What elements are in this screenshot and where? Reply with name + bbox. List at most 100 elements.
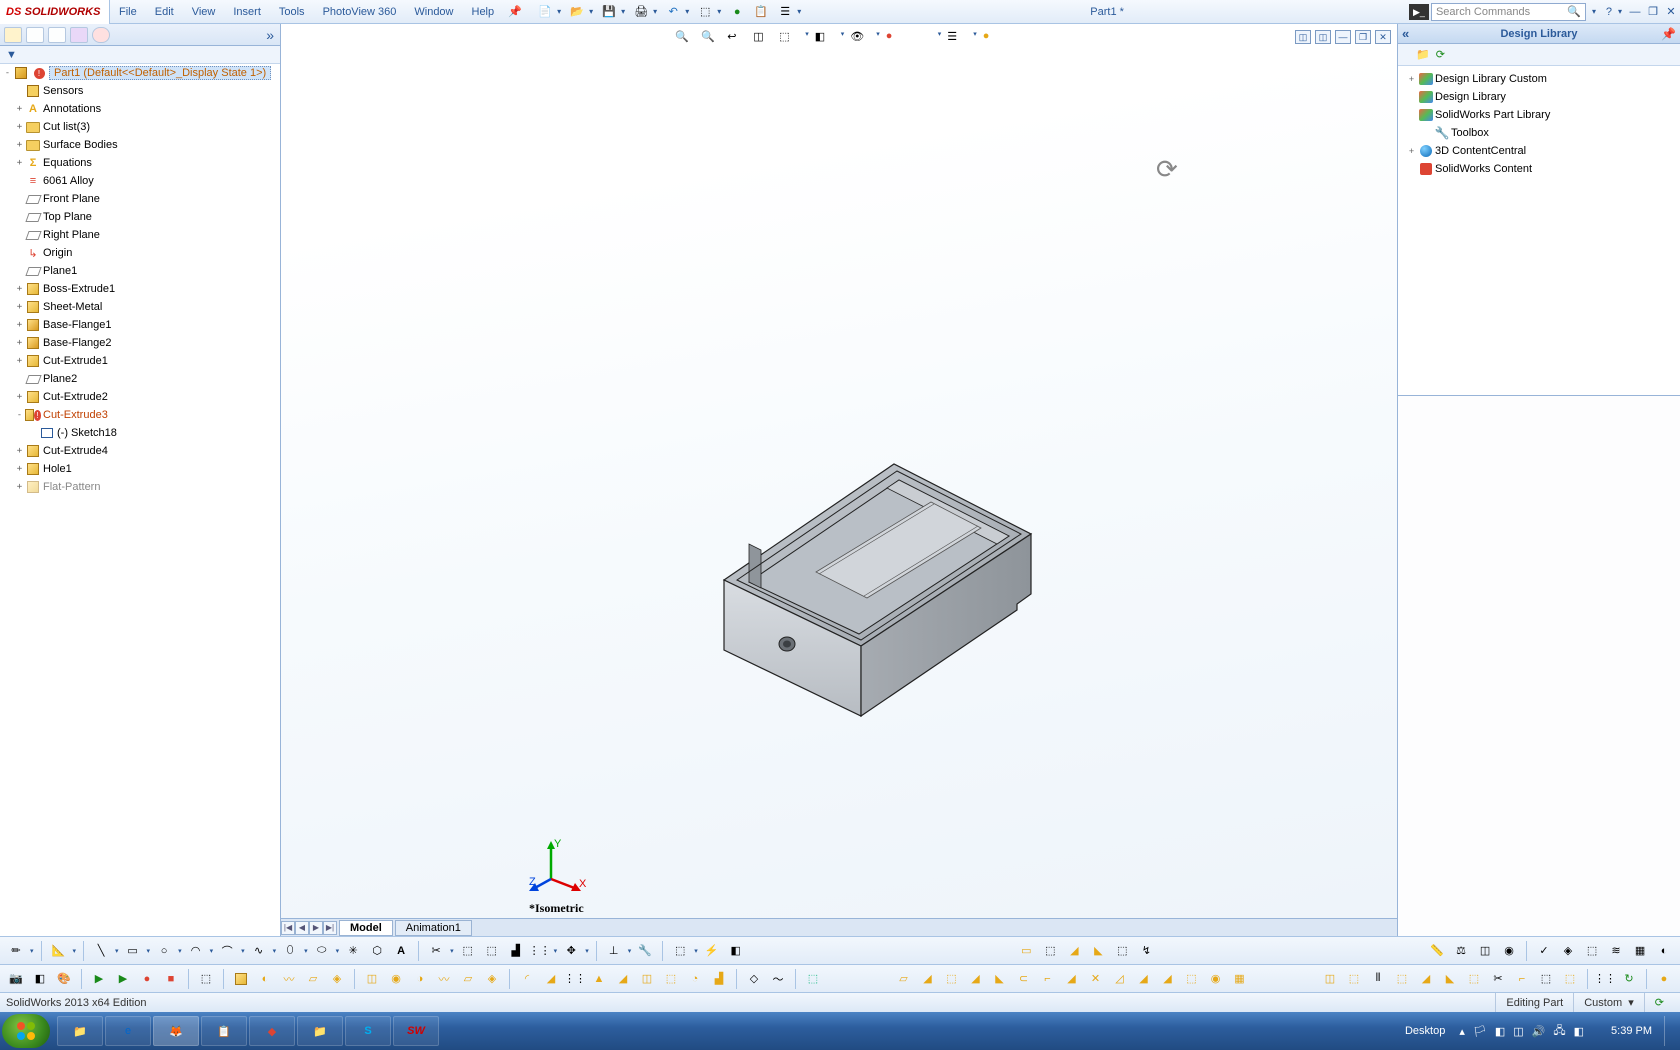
extrude-cut-icon[interactable]: ◫ [362,969,382,989]
record-icon[interactable]: ● [137,969,157,989]
tb-icon[interactable]: ⬚ [1392,969,1412,989]
options-icon[interactable]: 📋 [751,2,771,22]
menu-edit[interactable]: Edit [146,0,183,23]
play2-icon[interactable]: ▶ [113,969,133,989]
tree-root[interactable]: -! Part1 (Default<<Default>_Display Stat… [0,64,280,82]
geom-icon[interactable]: ◈ [1558,941,1578,961]
taskbar-app[interactable]: ◆ [249,1016,295,1046]
rib-icon[interactable]: ▲ [589,969,609,989]
dl-tb-icon[interactable]: 📁 [1416,48,1430,61]
nofold-icon[interactable]: ⬚ [1040,941,1060,961]
rectangle-icon[interactable]: ▭ [123,941,143,961]
graphics-viewport[interactable]: ⟳ [281,24,1397,918]
convert-icon[interactable]: ⬚ [458,941,478,961]
convert-sm-icon[interactable]: ◢ [918,969,938,989]
tree-node[interactable]: +Boss-Extrude1 [0,280,280,298]
view-orient-icon[interactable]: ⬚ [779,30,799,50]
tree-node[interactable]: Sensors [0,82,280,100]
nav-prev[interactable]: ◀ [295,921,309,935]
tree-node[interactable]: +ΣEquations [0,154,280,172]
insert-bends-icon[interactable]: ↯ [1136,941,1156,961]
quick-snap-icon[interactable]: ⬚ [670,941,690,961]
sweep-boss-icon[interactable]: 〰 [279,969,299,989]
curves-icon[interactable]: 〜 [768,969,788,989]
tree-node[interactable]: ≡6061 Alloy [0,172,280,190]
print-icon[interactable]: 🖨 [631,2,651,22]
tb-icon[interactable]: ◢ [1416,969,1436,989]
tray-flag-icon[interactable]: 🏳 [1473,1025,1487,1038]
insert-comp-icon[interactable]: ⬚ [196,969,216,989]
tray-clock[interactable]: 5:39 PM [1592,1025,1652,1037]
mirror-feat-icon[interactable]: ▟ [709,969,729,989]
menu-insert[interactable]: Insert [224,0,270,23]
forming-icon[interactable]: ◉ [1206,969,1226,989]
search-cmd-icon[interactable]: ▶_ [1409,4,1429,20]
boundary-boss-icon[interactable]: ◈ [327,969,347,989]
tree-node[interactable]: -!Cut-Extrude3 [0,406,280,424]
tb-icon[interactable]: ⬚ [1344,969,1364,989]
taskbar-skype[interactable]: S [345,1016,391,1046]
tree-node[interactable]: +Cut-Extrude4 [0,442,280,460]
render-region-icon[interactable]: ◧ [30,969,50,989]
orientation-triad[interactable]: Y X Z [529,839,589,894]
relations-icon[interactable]: ⊥ [604,941,624,961]
circle-icon[interactable]: ○ [154,941,174,961]
menu-view[interactable]: View [183,0,225,23]
arc2-icon[interactable]: ⌒ [217,941,237,961]
appearance-icon[interactable]: ● [886,30,906,50]
tree-node[interactable]: ↳Origin [0,244,280,262]
help-icon[interactable]: ? [1600,6,1618,18]
deviation-icon[interactable]: ≋ [1606,941,1626,961]
wrap-icon[interactable]: ⬚ [661,969,681,989]
lofted-bend-icon[interactable]: ⬚ [942,969,962,989]
play-icon[interactable]: ▶ [89,969,109,989]
tree-node[interactable]: Plane2 [0,370,280,388]
tray-volume-icon[interactable]: 🔊 [1532,1025,1546,1038]
scene-icon[interactable] [912,30,932,50]
view-settings-icon[interactable]: ☰ [947,30,967,50]
dropdown-arrow-icon[interactable]: ▾ [717,7,721,16]
point-icon[interactable]: ✳ [343,941,363,961]
shell-icon[interactable]: ◫ [637,969,657,989]
tree-node[interactable]: +Base-Flange2 [0,334,280,352]
tree-node[interactable]: +AAnnotations [0,100,280,118]
rapid-sketch-icon[interactable]: ⚡ [702,941,722,961]
base-flange-icon[interactable]: ▱ [894,969,914,989]
render-icon[interactable]: 🎨 [54,969,74,989]
tb-icon[interactable]: ⋮⋮ [1595,969,1615,989]
polygon-icon[interactable]: ⬡ [367,941,387,961]
dropdown-arrow-icon[interactable]: ▾ [557,7,561,16]
dl-tree-node[interactable]: SolidWorks Content [1398,160,1680,178]
undo-icon[interactable]: ↶ [663,2,683,22]
restore-icon[interactable]: ❐ [1644,5,1662,18]
tb-icon[interactable]: ✂ [1488,969,1508,989]
menu-tools[interactable]: Tools [270,0,314,23]
show-desktop-button[interactable] [1664,1016,1674,1046]
dropdown-arrow-icon[interactable]: ▾ [685,7,689,16]
pattern-icon[interactable]: ⋮⋮ [530,941,550,961]
miter-flange-icon[interactable]: ◣ [990,969,1010,989]
rip-icon[interactable]: ⬚ [1112,941,1132,961]
zoom-area-icon[interactable]: 🔍 [701,30,721,50]
trim-icon[interactable]: ✂ [426,941,446,961]
menu-file[interactable]: File [110,0,146,23]
dropdown-arrow-icon[interactable]: ▾ [621,7,625,16]
fold-icon[interactable]: ◢ [1064,941,1084,961]
boundary-cut-icon[interactable]: ◈ [482,969,502,989]
nav-next[interactable]: ▶ [309,921,323,935]
search-commands-input[interactable]: Search Commands🔍 [1431,3,1586,21]
tb-icon[interactable]: ⬚ [1536,969,1556,989]
options2-icon[interactable]: ☰ [775,2,795,22]
closed-corner-icon[interactable]: ⬚ [1182,969,1202,989]
close-icon[interactable]: ✕ [1662,5,1680,18]
dl-tree-node[interactable]: +3D ContentCentral [1398,142,1680,160]
tray-icon[interactable]: ◧ [1495,1025,1505,1038]
dropdown-arrow-icon[interactable]: ▾ [589,7,593,16]
corner-icon[interactable]: ◿ [1110,969,1130,989]
ellipse-icon[interactable]: ⬯ [280,941,300,961]
break-corner-icon[interactable]: ◢ [1158,969,1178,989]
text-icon[interactable]: A [391,941,411,961]
pushpin-icon[interactable]: 📌 [505,2,525,22]
tb-icon[interactable]: ⬚ [1464,969,1484,989]
dropdown-arrow-icon[interactable]: ▾ [653,7,657,16]
